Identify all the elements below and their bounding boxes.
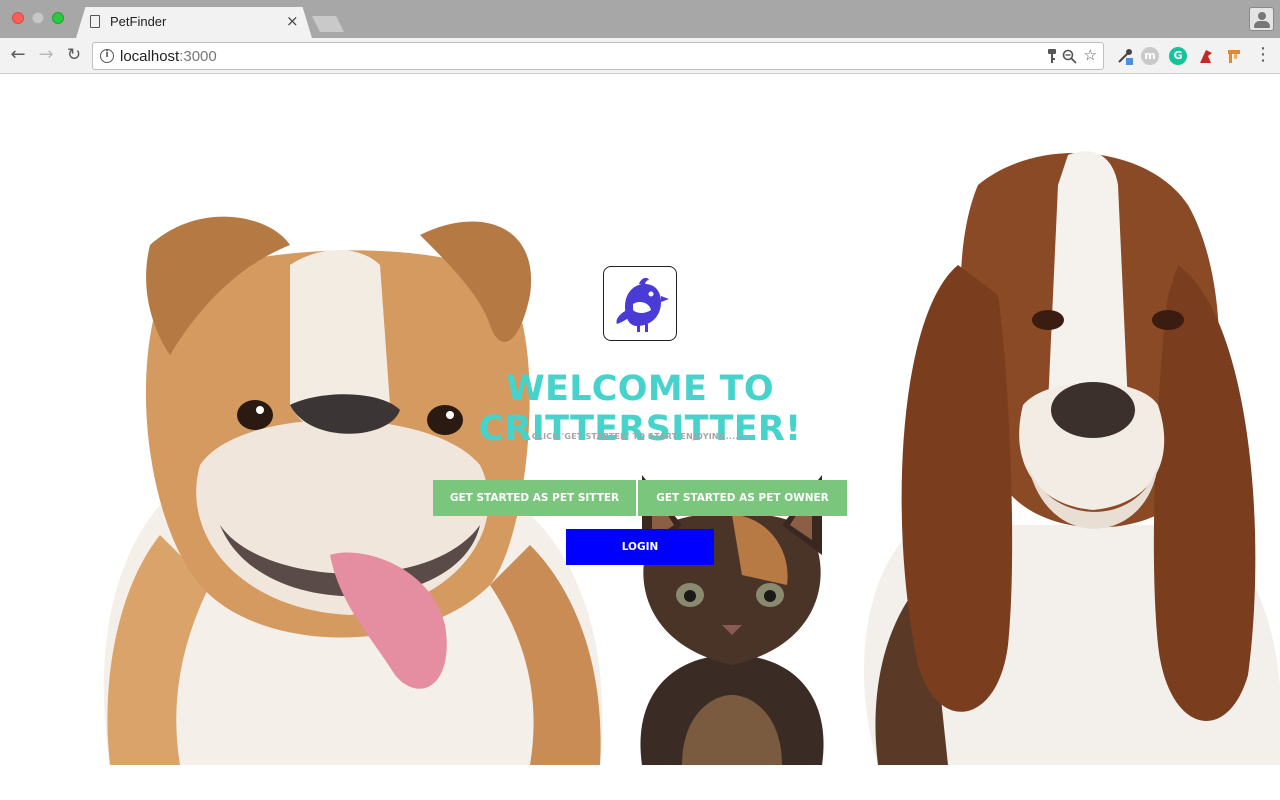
page-subtitle: CLICK 'GET STARTED' TO START ENJOYING...… — [531, 432, 749, 441]
close-window-button[interactable] — [12, 12, 24, 24]
info-icon[interactable]: i — [100, 49, 114, 63]
hero-section: WELCOME TO CRITTERSITTER! CLICK 'GET STA… — [0, 75, 1280, 800]
eyedropper-icon[interactable] — [1116, 47, 1134, 65]
orange-extension-icon[interactable] — [1225, 47, 1243, 65]
red-extension-icon[interactable] — [1197, 47, 1215, 65]
new-tab-button[interactable] — [312, 16, 344, 32]
page-icon — [90, 15, 100, 28]
profile-icon — [1258, 12, 1266, 20]
minimize-window-button[interactable] — [32, 12, 44, 24]
m-extension-icon[interactable]: m — [1141, 47, 1159, 65]
zoom-icon[interactable] — [1062, 49, 1077, 64]
get-started-owner-button[interactable]: GET STARTED AS PET OWNER — [638, 480, 847, 516]
app-logo — [603, 266, 677, 341]
url-text[interactable]: localhost:3000 — [120, 48, 217, 65]
tab-title: PetFinder — [110, 14, 167, 29]
maximize-window-button[interactable] — [52, 12, 64, 24]
bird-icon — [616, 277, 669, 332]
browser-toolbar: ← → ↻ i localhost:3000 ☆ m G ⋮ — [0, 38, 1280, 74]
menu-icon[interactable]: ⋮ — [1253, 44, 1273, 65]
address-bar[interactable]: i localhost:3000 ☆ — [92, 42, 1104, 70]
key-icon[interactable] — [1047, 48, 1057, 64]
profile-button[interactable] — [1249, 7, 1274, 31]
reload-icon[interactable]: ↻ — [63, 44, 85, 66]
get-started-sitter-button[interactable]: GET STARTED AS PET SITTER — [433, 480, 636, 516]
star-icon[interactable]: ☆ — [1084, 46, 1097, 64]
login-button[interactable]: LOGIN — [566, 529, 714, 565]
profile-icon-body — [1254, 21, 1270, 28]
page-viewport: WELCOME TO CRITTERSITTER! CLICK 'GET STA… — [0, 75, 1280, 800]
browser-tab-bar: PetFinder × — [0, 0, 1280, 38]
url-port: :3000 — [179, 48, 217, 65]
forward-arrow-icon[interactable]: → — [35, 44, 57, 66]
grammarly-icon[interactable]: G — [1169, 47, 1187, 65]
back-arrow-icon[interactable]: ← — [7, 44, 29, 66]
tab-close-icon[interactable]: × — [286, 12, 299, 30]
url-host: localhost — [120, 48, 180, 65]
